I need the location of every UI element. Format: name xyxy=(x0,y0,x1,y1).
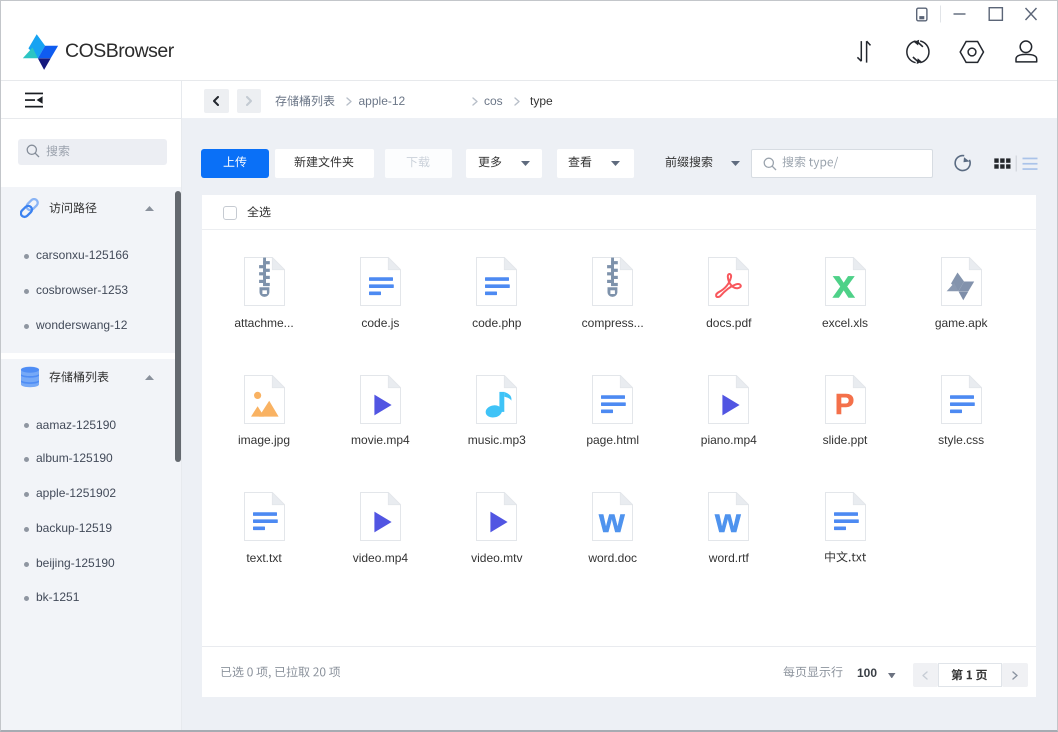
svg-text:x: x xyxy=(832,262,854,306)
svg-text:P: P xyxy=(834,388,853,420)
svg-text:w: w xyxy=(714,501,741,538)
svg-text:w: w xyxy=(598,501,625,538)
